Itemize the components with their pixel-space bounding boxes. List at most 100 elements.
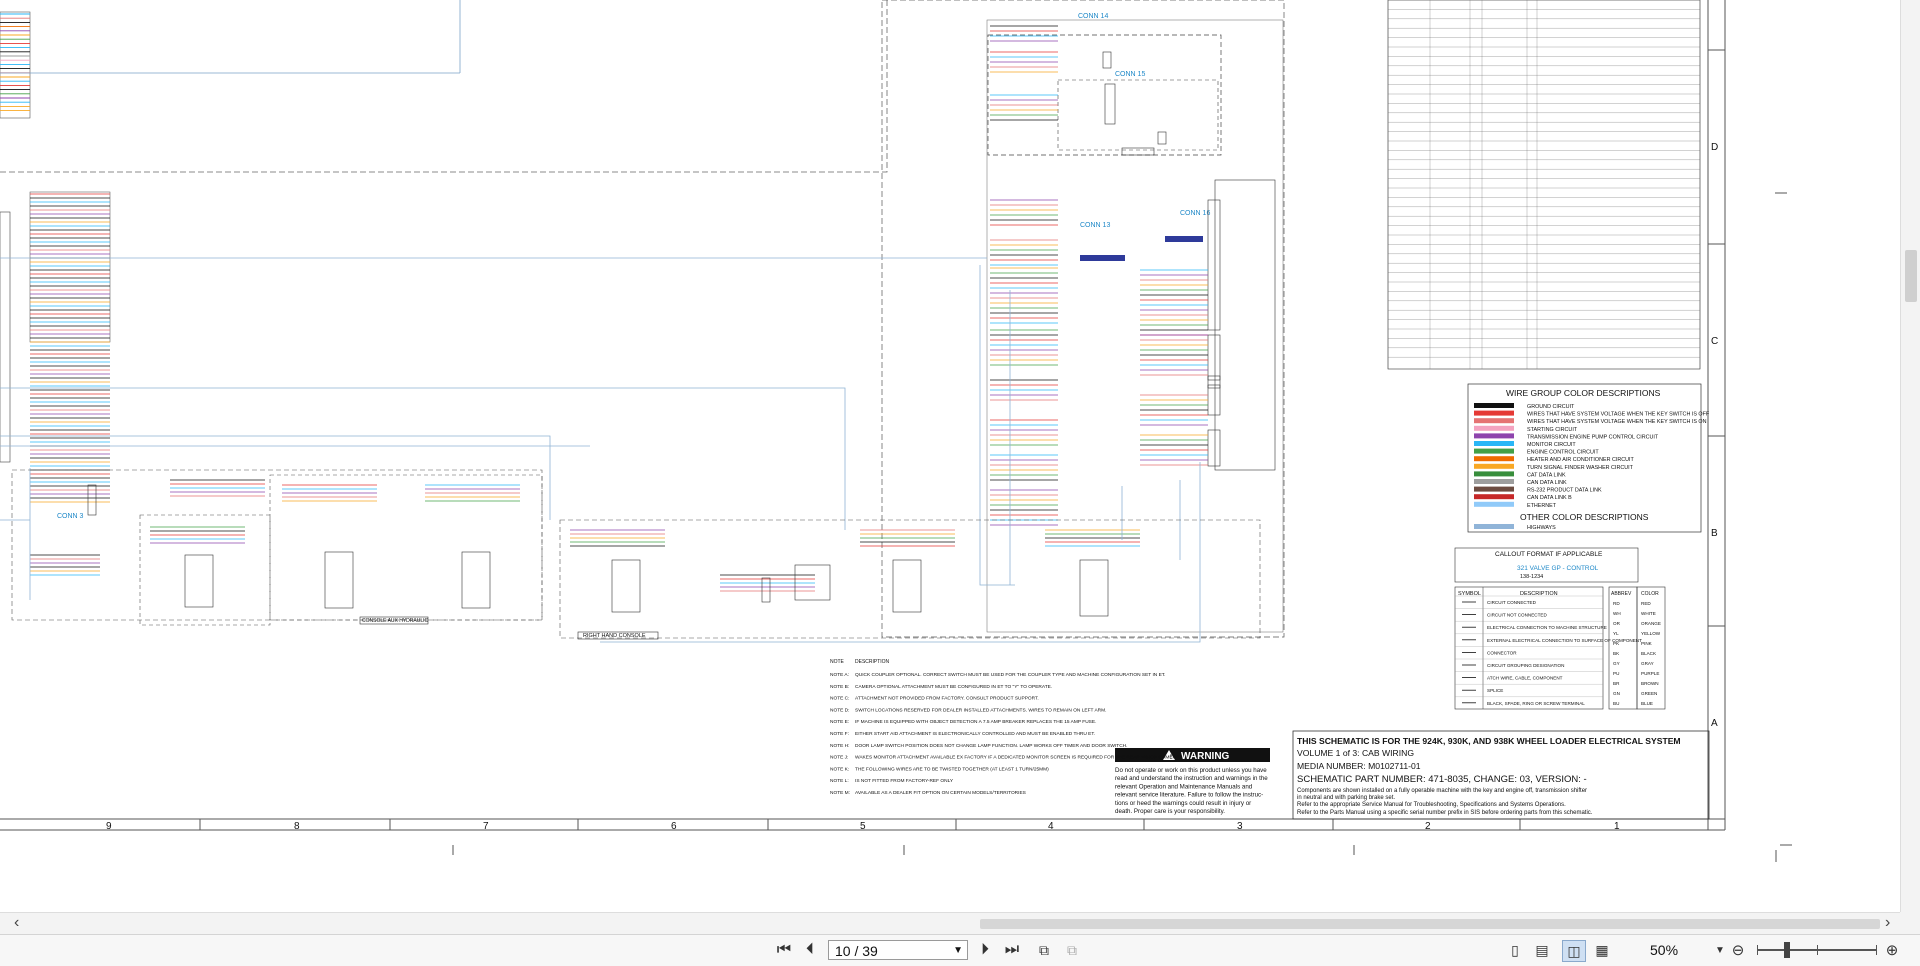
fit-width-icon[interactable]: ⧉ — [1062, 940, 1082, 960]
color-abbrev: BU — [1613, 701, 1619, 706]
color-name: WHITE — [1641, 611, 1656, 616]
color-abbrev: WH — [1613, 611, 1621, 616]
color-abbrev: PU — [1613, 671, 1619, 676]
color-name: GRAY — [1641, 661, 1654, 666]
notes-header-desc: DESCRIPTION — [855, 659, 890, 665]
two-page-continuous-icon[interactable]: ▦ — [1592, 940, 1612, 960]
warning-line: tions or heed the warnings could result … — [1115, 800, 1251, 807]
wire-group-swatch — [1474, 479, 1514, 484]
vertical-scrollbar-thumb[interactable] — [1905, 250, 1917, 302]
color-name: BROWN — [1641, 681, 1659, 686]
title-line-3: MEDIA NUMBER: M0102711-01 — [1297, 761, 1421, 771]
warning-line: read and understand the instruction and … — [1115, 775, 1268, 782]
wire-group-swatch — [1474, 403, 1514, 408]
conn-15-label: CONN 15 — [1115, 71, 1145, 78]
note-id: NOTE M: — [830, 790, 850, 796]
zoom-slider[interactable] — [1757, 942, 1877, 958]
title-line-4: SCHEMATIC PART NUMBER: 471-8035, CHANGE:… — [1297, 774, 1587, 785]
viewer-toolbar: ⏮ ⏴ 10 / 39 ▼ ⏵ ⏭ ⧉ ⧉ ▯ ▤ ◫ ▦ 50% ▼ ⊖ ⊕ — [0, 934, 1920, 966]
color-abbrev: RD — [1613, 601, 1620, 606]
note-text: IS NOT FITTED FROM FACTORY-REF ONLY — [855, 778, 954, 784]
previous-page-icon[interactable]: ⏴ — [800, 940, 820, 960]
wire-group-swatch — [1474, 501, 1514, 507]
wire-group-swatch — [1474, 418, 1514, 424]
wire-group-label: WIRES THAT HAVE SYSTEM VOLTAGE WHEN THE … — [1527, 419, 1707, 425]
col-7: 7 — [483, 821, 489, 832]
wire-group-swatch — [1474, 486, 1514, 492]
vertical-scrollbar[interactable] — [1900, 0, 1920, 912]
note-text: EITHER START AID ATTACHMENT IS ELECTRONI… — [855, 731, 1095, 737]
color-name: PURPLE — [1641, 671, 1659, 676]
scroll-right-icon[interactable]: › — [1885, 914, 1890, 932]
warning-line: relevant service literature. Failure to … — [1115, 792, 1263, 799]
wire-group-swatch — [1474, 433, 1514, 439]
col-2: 2 — [1425, 821, 1431, 832]
zoom-in-icon[interactable]: ⊕ — [1882, 940, 1902, 960]
wire-group-swatch — [1474, 425, 1514, 431]
wire-group-swatch — [1474, 456, 1514, 462]
symbol-description: SPLICE — [1487, 688, 1503, 693]
right-hand-console-label: RIGHT HAND CONSOLE — [583, 633, 646, 639]
wire-group-swatch — [1474, 494, 1514, 500]
note-text: ATTACHMENT NOT PROVIDED FROM FACTORY. CO… — [855, 696, 1039, 702]
wire-group-label: ENGINE CONTROL CIRCUIT — [1527, 450, 1599, 456]
title-line-8: Refer to the Parts Manual using a specif… — [1297, 810, 1593, 816]
wire-group-label: TRANSMISSION ENGINE PUMP CONTROL CIRCUIT — [1527, 434, 1659, 440]
zoom-level[interactable]: 50% — [1650, 940, 1710, 960]
title-line-1: THIS SCHEMATIC IS FOR THE 924K, 930K, AN… — [1297, 736, 1681, 746]
title-line-7: Refer to the appropriate Service Manual … — [1297, 802, 1566, 808]
warning-line: relevant Operation and Maintenance Manua… — [1115, 783, 1253, 790]
color-abbrev: OR — [1613, 621, 1621, 626]
color-name: YELLOW — [1641, 631, 1661, 636]
color-name: RED — [1641, 601, 1651, 606]
console-aux-hydraulic-label: CONSOLE AUX HYDRAULIC — [362, 618, 429, 624]
note-text: SWITCH LOCATIONS RESERVED FOR DEALER INS… — [855, 707, 1106, 713]
note-id: NOTE D: — [830, 707, 849, 713]
horizontal-scrollbar-thumb[interactable] — [980, 919, 1880, 929]
wire-group-label: CAN DATA LINK B — [1527, 495, 1572, 501]
abbrev-header: ABBREV — [1611, 591, 1632, 597]
symbol-description: ATCH WIRE, CABLE, COMPONENT — [1487, 676, 1563, 681]
note-id: NOTE B: — [830, 684, 849, 690]
callout-example: 321 VALVE GP - CONTROL — [1517, 565, 1599, 572]
wire-group-label: STARTING CIRCUIT — [1527, 427, 1578, 433]
last-page-icon[interactable]: ⏭ — [1002, 940, 1022, 960]
color-name: BLACK — [1641, 651, 1657, 656]
fit-page-icon[interactable]: ⧉ — [1034, 940, 1054, 960]
col-6: 6 — [671, 821, 677, 832]
schematic-page: 9 8 7 6 5 4 3 2 1 D C B A CONN 14 CONN 1… — [0, 0, 1900, 912]
page-number-input[interactable]: 10 / 39 ▼ — [828, 940, 968, 960]
symbol-description: CIRCUIT GROUPING DESIGNATION — [1487, 663, 1564, 668]
warning-line: death. Proper care is your responsibilit… — [1115, 808, 1225, 815]
note-text: CAMERA OPTIONAL ATTACHMENT MUST BE CONFI… — [855, 684, 1052, 690]
symbol-description: BLACK, SPADE, RING OR SCREW TERMINAL — [1487, 701, 1585, 706]
zoom-dropdown-icon[interactable]: ▼ — [1715, 940, 1725, 960]
two-page-view-icon[interactable]: ◫ — [1562, 940, 1586, 962]
single-page-view-icon[interactable]: ▯ — [1506, 940, 1524, 960]
symbol-description: CIRCUIT CONNECTED — [1487, 600, 1537, 605]
other-color-title: OTHER COLOR DESCRIPTIONS — [1520, 512, 1649, 522]
note-text: THE FOLLOWING WIRES ARE TO BE TWISTED TO… — [855, 766, 1049, 772]
scroll-corner — [1900, 912, 1920, 934]
note-text: DOOR LAMP SWITCH POSITION DOES NOT CHANG… — [855, 743, 1127, 749]
color-abbrev: BR — [1613, 681, 1620, 686]
first-page-icon[interactable]: ⏮ — [774, 940, 794, 960]
document-viewport[interactable]: 9 8 7 6 5 4 3 2 1 D C B A CONN 14 CONN 1… — [0, 0, 1900, 912]
conn-13-label: CONN 13 — [1080, 222, 1110, 229]
wire-group-swatch — [1474, 410, 1514, 416]
row-A: A — [1711, 718, 1718, 729]
warning-title: WARNING — [1181, 751, 1230, 762]
zoom-out-icon[interactable]: ⊖ — [1728, 940, 1748, 960]
note-text: WAKES MONITOR ATTACHMENT AVAILABLE EX FA… — [855, 755, 1181, 761]
title-line-5: Components are shown installed on a full… — [1297, 788, 1587, 794]
next-page-icon[interactable]: ⏵ — [975, 940, 995, 960]
page-indicator: 10 / 39 — [835, 943, 878, 959]
continuous-view-icon[interactable]: ▤ — [1533, 940, 1551, 960]
chevron-down-icon[interactable]: ▼ — [953, 941, 963, 961]
callout-number: 138-1234 — [1520, 574, 1543, 580]
col-9: 9 — [106, 821, 112, 832]
color-abbrev: YL — [1613, 631, 1619, 636]
zoom-slider-knob[interactable] — [1783, 942, 1790, 958]
scroll-left-icon[interactable]: ‹ — [14, 914, 19, 932]
horizontal-scrollbar[interactable]: ‹ › — [0, 912, 1900, 935]
